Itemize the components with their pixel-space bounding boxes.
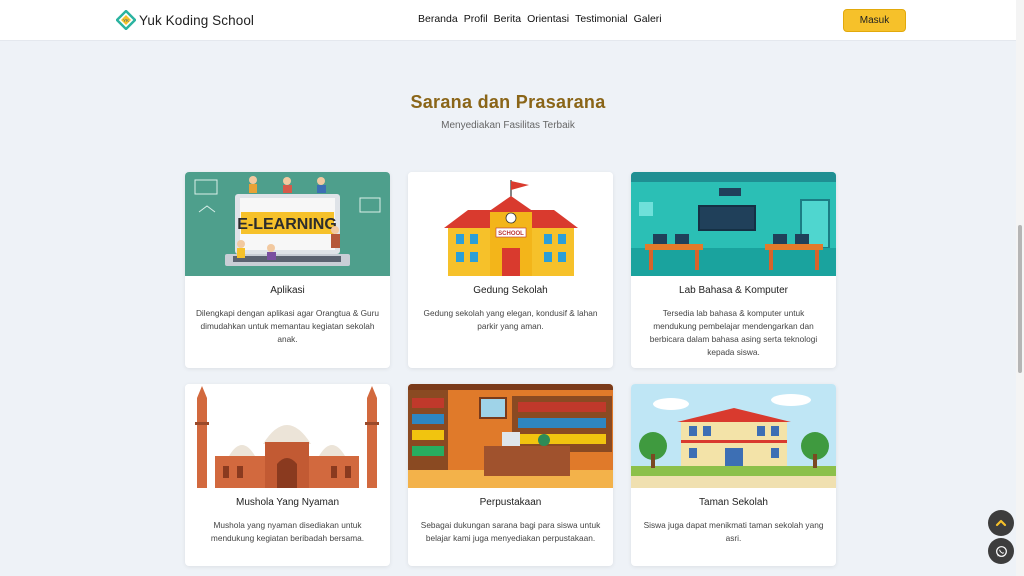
card-title: Lab Bahasa & Komputer [679, 285, 788, 296]
brand[interactable]: YK Yuk Koding School [116, 10, 254, 30]
computer-lab-illustration [631, 172, 836, 276]
mosque-illustration [185, 384, 390, 488]
card-description: Dilengkapi dengan aplikasi agar Orangtua… [195, 308, 380, 344]
card-description: Siswa juga dapat menikmati taman sekolah… [643, 520, 824, 543]
facility-card-mushola[interactable]: Mushola Yang Nyaman Mushola yang nyaman … [185, 384, 390, 566]
nav-beranda[interactable]: Beranda [418, 13, 458, 25]
library-illustration [408, 384, 613, 488]
nav-galeri[interactable]: Galeri [634, 13, 662, 25]
card-description: Sebagai dukungan sarana bagi para siswa … [420, 520, 601, 543]
facility-card-taman[interactable]: Taman Sekolah Siswa juga dapat menikmati… [631, 384, 836, 566]
nav-profil[interactable]: Profil [464, 13, 488, 25]
school-building-illustration: SCHOOL [408, 172, 613, 276]
facility-card-perpustakaan[interactable]: Perpustakaan Sebagai dukungan sarana bag… [408, 384, 613, 566]
facility-card-gedung-sekolah[interactable]: SCHOOL Gedung Sekolah Gedung sekolah yan… [408, 172, 613, 368]
nav-testimonial[interactable]: Testimonial [575, 13, 628, 25]
whatsapp-icon [995, 545, 1007, 557]
section-title: Sarana dan Prasarana [410, 92, 606, 112]
school-garden-illustration [631, 384, 836, 488]
svg-text:E-LEARNING: E-LEARNING [237, 216, 337, 233]
card-title: Perpustakaan [479, 497, 542, 508]
card-title: Taman Sekolah [699, 497, 768, 508]
card-title: Aplikasi [270, 285, 305, 296]
card-title: Mushola Yang Nyaman [235, 497, 340, 508]
whatsapp-button[interactable] [988, 538, 1014, 564]
chevron-up-icon [995, 519, 1007, 527]
svg-text:SCHOOL: SCHOOL [498, 231, 524, 237]
facility-card-aplikasi[interactable]: E-LEARNING Aplikasi Dilengkapi dengan ap… [185, 172, 390, 368]
card-description: Gedung sekolah yang elegan, kondusif & l… [423, 308, 598, 331]
scroll-top-button[interactable] [988, 510, 1014, 536]
nav-berita[interactable]: Berita [494, 13, 521, 25]
card-description: Tersedia lab bahasa & komputer untuk men… [649, 308, 818, 357]
facility-card-lab[interactable]: Lab Bahasa & Komputer Tersedia lab bahas… [631, 172, 836, 368]
nav-orientasi[interactable]: Orientasi [527, 13, 569, 25]
navbar: YK Yuk Koding School Beranda Profil Beri… [0, 0, 1016, 41]
elearning-illustration: E-LEARNING [185, 172, 390, 276]
login-button[interactable]: Masuk [843, 9, 906, 32]
svg-text:YK: YK [123, 18, 129, 23]
card-title: Gedung Sekolah [473, 285, 548, 296]
main-nav: Beranda Profil Berita Orientasi Testimon… [418, 13, 662, 25]
section-subtitle: Menyediakan Fasilitas Terbaik [441, 120, 575, 131]
brand-name: Yuk Koding School [139, 12, 255, 28]
card-description: Mushola yang nyaman disediakan untuk men… [210, 520, 365, 543]
scrollbar-thumb[interactable] [1018, 225, 1022, 373]
brand-logo-icon: YK [116, 10, 136, 30]
